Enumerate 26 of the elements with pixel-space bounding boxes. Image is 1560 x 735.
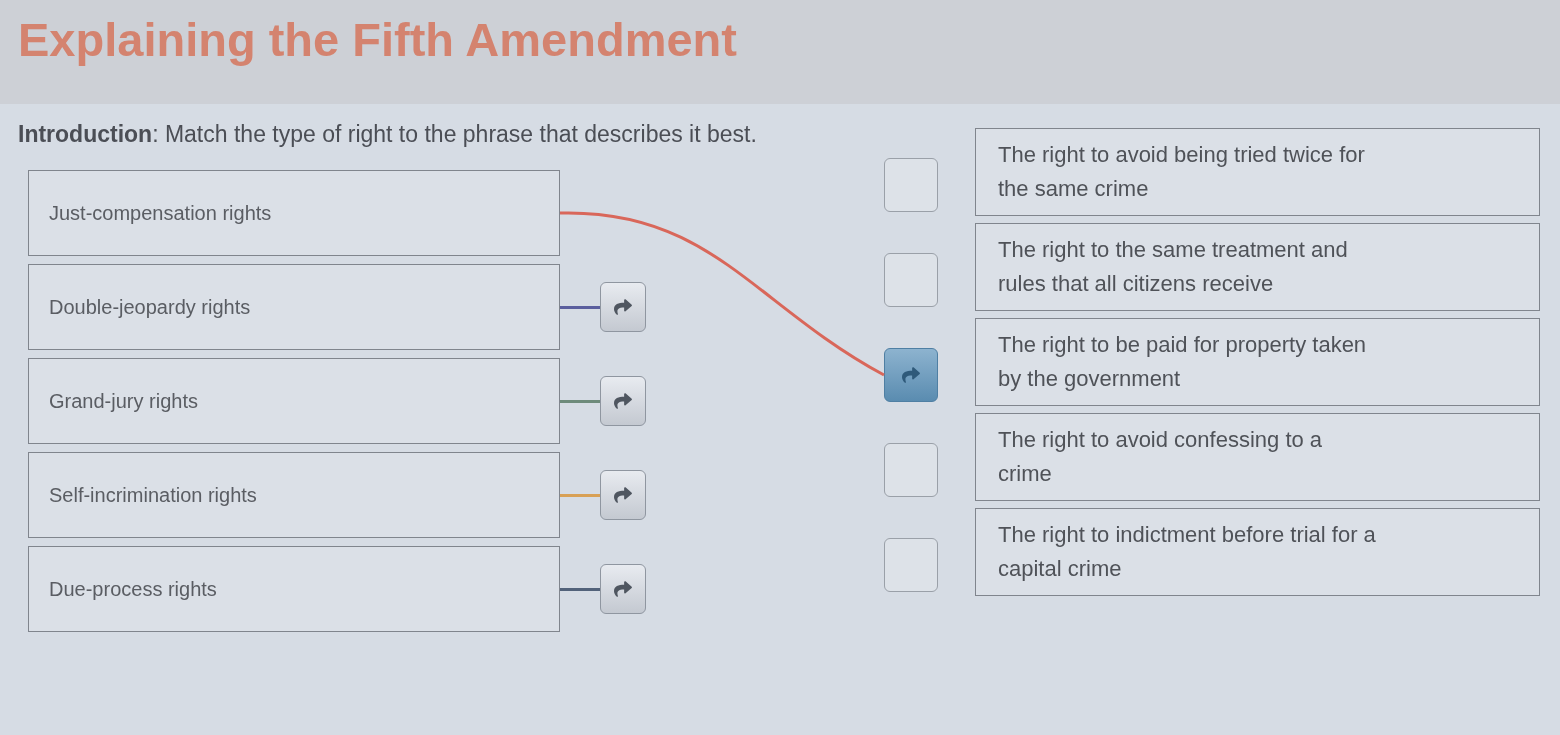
drop-target[interactable]	[884, 538, 938, 592]
curved-arrow-icon	[612, 298, 634, 316]
drag-handle[interactable]	[600, 470, 646, 520]
term-card: Double-jeopardy rights	[28, 264, 560, 350]
description-card: The right to the same treatment and rules that all citizens receive	[975, 223, 1540, 311]
term-card: Self-incrimination rights	[28, 452, 560, 538]
curved-arrow-icon	[612, 580, 634, 598]
term-card: Due-process rights	[28, 546, 560, 632]
drag-handle[interactable]	[600, 564, 646, 614]
instruction-text: Introduction: Match the type of right to the phrase that describes it best.	[18, 119, 757, 149]
drag-handle[interactable]	[600, 376, 646, 426]
drop-target[interactable]	[884, 348, 938, 402]
drop-target[interactable]	[884, 158, 938, 212]
drop-target[interactable]	[884, 253, 938, 307]
description-card: The right to avoid confessing to a crime	[975, 413, 1540, 501]
description-card: The right to indictment before trial for a capital crime	[975, 508, 1540, 596]
term-card: Grand-jury rights	[28, 358, 560, 444]
page-title: Explaining the Fifth Amendment	[18, 12, 737, 68]
curved-arrow-icon	[900, 366, 922, 384]
description-card: The right to avoid being tried twice for the same crime	[975, 128, 1540, 216]
drop-target[interactable]	[884, 443, 938, 497]
curved-arrow-icon	[612, 392, 634, 410]
drag-handle[interactable]	[600, 282, 646, 332]
term-card: Just-compensation rights	[28, 170, 560, 256]
curved-arrow-icon	[612, 486, 634, 504]
description-card: The right to be paid for property taken by the government	[975, 318, 1540, 406]
